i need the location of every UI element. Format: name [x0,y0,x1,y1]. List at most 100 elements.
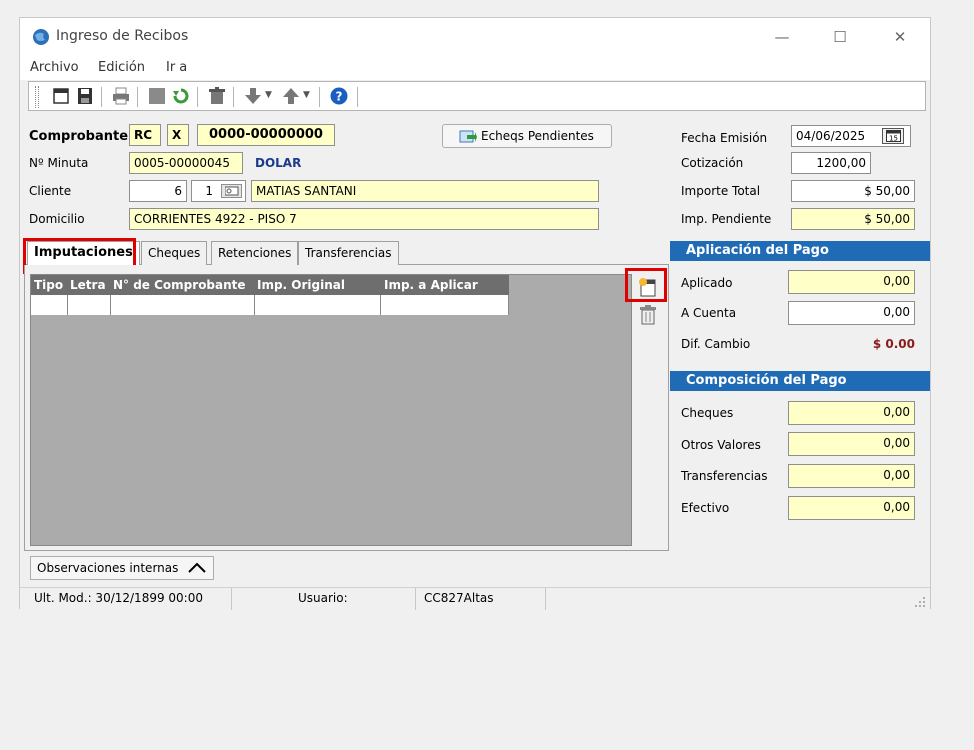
efectivo-label: Efectivo [681,501,730,515]
menu-ir-a[interactable]: Ir a [166,60,187,75]
grid-cell-divider [254,295,255,315]
help-icon[interactable]: ? [329,87,349,105]
menu-edicion[interactable]: Edición [98,60,145,75]
toolbar-separator [197,87,198,107]
grid-cell-divider [67,295,68,315]
menu-archivo[interactable]: Archivo [30,60,79,75]
imp-pendiente-field[interactable]: $ 50,00 [791,208,915,230]
window-title: Ingreso de Recibos [56,28,189,44]
comprobante-letra-field[interactable]: X [167,124,189,146]
status-usuario-label: Usuario: [232,588,416,610]
table-row[interactable] [31,295,509,315]
cheques-field[interactable]: 0,00 [788,401,915,425]
imputaciones-grid[interactable]: Tipo Letra N° de Comprobante Imp. Origin… [30,274,632,546]
chevron-up-icon [188,562,206,573]
aplicado-label: Aplicado [681,276,733,290]
status-bar: Ult. Mod.: 30/12/1899 00:00 Usuario: CC8… [20,587,930,610]
up-arrow-icon[interactable] [281,87,301,105]
svg-text:?: ? [336,90,343,104]
status-usuario-value: CC827Altas [416,588,546,610]
comprobante-tipo-field[interactable]: RC [129,124,161,146]
grid-header: Tipo Letra N° de Comprobante Imp. Origin… [31,275,509,295]
svg-text:15: 15 [889,135,898,143]
lookup-icon [225,186,239,196]
domicilio-field[interactable]: CORRIENTES 4922 - PISO 7 [129,208,599,230]
currency-label: DOLAR [255,156,302,170]
comprobante-numero-field[interactable]: 0000-00000000 [197,124,335,146]
cheques-label: Cheques [681,406,734,420]
echeqs-pendientes-button[interactable]: Echeqs Pendientes [442,124,612,148]
otros-valores-field[interactable]: 0,00 [788,432,915,456]
maximize-button[interactable]: ☐ [830,27,850,47]
transferencias-label: Transferencias [681,469,768,483]
delete-icon[interactable] [207,87,227,105]
grid-column-imp-aplicar[interactable]: Imp. a Aplicar [384,275,478,295]
grid-column-comprobante[interactable]: N° de Comprobante [113,275,246,295]
down-arrow-icon[interactable] [243,87,263,105]
globe-icon [33,29,49,45]
grid-cell-divider [508,295,509,315]
fecha-emision-label: Fecha Emisión [681,131,768,145]
refresh-icon[interactable] [171,87,191,105]
aplicado-field[interactable]: 0,00 [788,270,915,294]
minuta-label: Nº Minuta [29,156,89,170]
toolbar-separator [233,87,234,107]
minuta-field[interactable]: 0005-00000045 [129,152,243,174]
dropdown-arrow-icon[interactable]: ▼ [265,90,272,100]
a-cuenta-field[interactable]: 0,00 [788,301,915,325]
toolbar-separator [101,87,102,107]
receipt-window: Ingreso de Recibos — ☐ ✕ Archivo Edición… [19,17,931,610]
stop-icon[interactable] [147,87,167,105]
calendar-button[interactable]: 15 [882,128,904,144]
comprobante-label: Comprobante [29,129,129,144]
cliente-lookup-button[interactable] [221,184,242,198]
calendar-icon: 15 [886,130,901,142]
cliente-label: Cliente [29,184,72,198]
tab-retenciones[interactable]: Retenciones [211,241,299,265]
imp-pendiente-label: Imp. Pendiente [681,212,772,226]
cliente-codigo-field[interactable]: 6 [129,180,187,202]
toolbar-grip [35,86,39,108]
efectivo-field[interactable]: 0,00 [788,496,915,520]
new-icon[interactable] [51,87,71,105]
toolbar-separator [319,87,320,107]
otros-valores-label: Otros Valores [681,438,761,452]
grid-column-imp-original[interactable]: Imp. Original [257,275,345,295]
tab-transferencias[interactable]: Transferencias [298,241,399,265]
minimize-button[interactable]: — [772,27,792,47]
importe-total-label: Importe Total [681,184,761,198]
composicion-header: Composición del Pago [670,371,930,391]
highlight-add-row-button [625,268,667,302]
toolbar: ▼ ▼ ? [28,81,926,111]
dropdown-arrow-icon[interactable]: ▼ [303,90,310,100]
dif-cambio-label: Dif. Cambio [681,337,751,351]
status-last-modified: Ult. Mod.: 30/12/1899 00:00 [20,588,232,610]
a-cuenta-label: A Cuenta [681,306,737,320]
fecha-emision-value: 04/06/2025 [796,129,866,143]
aplicacion-header: Aplicación del Pago [670,241,930,261]
observaciones-button[interactable]: Observaciones internas [30,556,214,580]
tab-cheques[interactable]: Cheques [141,241,208,265]
close-button[interactable]: ✕ [890,27,910,47]
domicilio-label: Domicilio [29,212,85,226]
echeqs-label: Echeqs Pendientes [481,129,594,143]
trash-icon[interactable] [638,304,658,326]
title-bar: Ingreso de Recibos — ☐ ✕ [20,18,930,56]
echeq-icon [459,130,477,143]
transferencias-field[interactable]: 0,00 [788,464,915,488]
print-icon[interactable] [111,87,131,105]
grid-cell-divider [110,295,111,315]
grid-column-letra[interactable]: Letra [70,275,106,295]
menu-bar: Archivo Edición Ir a [20,56,930,80]
dif-cambio-value: $ 0.00 [872,337,915,351]
cliente-nombre-field[interactable]: MATIAS SANTANI [251,180,599,202]
toolbar-separator [357,87,358,107]
grid-column-tipo[interactable]: Tipo [34,275,63,295]
cotizacion-field[interactable]: 1200,00 [791,152,871,174]
save-icon[interactable] [75,87,95,105]
importe-total-field[interactable]: $ 50,00 [791,180,915,202]
observaciones-label: Observaciones internas [37,561,179,575]
toolbar-separator [137,87,138,107]
resize-grip-icon[interactable] [914,596,926,608]
cotizacion-label: Cotización [681,156,744,170]
